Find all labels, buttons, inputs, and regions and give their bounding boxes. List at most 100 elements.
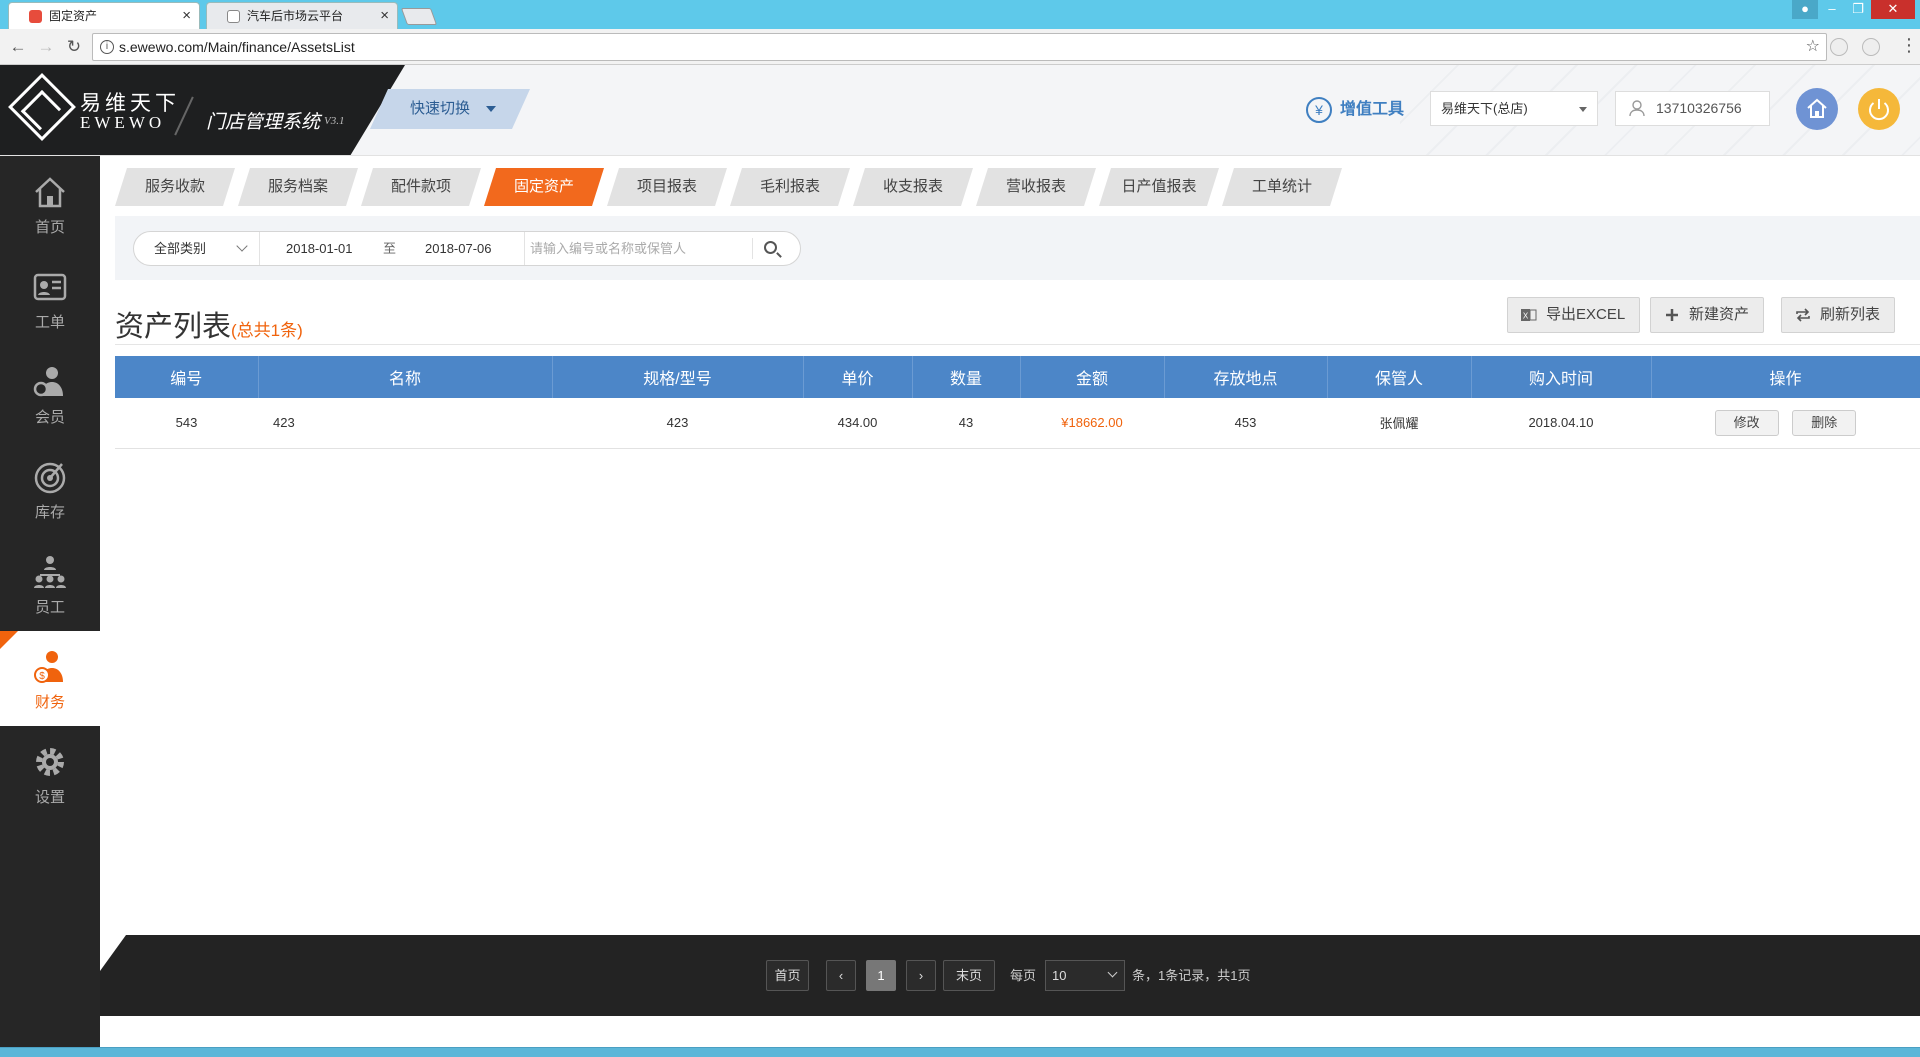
new-asset-button[interactable]: 新建资产 [1650, 297, 1765, 333]
quick-switch-label: 快速切换 [410, 100, 471, 117]
tab-service-payment[interactable]: 服务收款 [115, 168, 235, 206]
cell-location: 453 [1164, 398, 1327, 449]
date-from-input[interactable]: 2018-01-01 [286, 232, 353, 265]
chevron-down-icon [236, 240, 248, 252]
pagination-summary: 条，1条记录，共1页 [1132, 968, 1251, 983]
store-select-value: 易维天下(总店) [1441, 101, 1528, 116]
back-icon[interactable]: ← [6, 35, 30, 59]
sidebar-item-settings[interactable]: 设置 [0, 726, 100, 821]
column-header[interactable]: 数量 [912, 356, 1021, 398]
record-count: (总共1条) [231, 321, 303, 340]
first-page-button[interactable]: 首页 [766, 960, 809, 991]
column-header[interactable]: 名称 [258, 356, 553, 398]
tab-income-expense-report[interactable]: 收支报表 [853, 168, 973, 206]
url-input[interactable]: i s.ewewo.com/Main/finance/AssetsList ☆ [92, 33, 1827, 61]
prev-page-button[interactable]: ‹ [826, 960, 856, 991]
column-header[interactable]: 金额 [1020, 356, 1165, 398]
search-input[interactable]: 请输入编号或名称或保管人 [530, 232, 686, 265]
column-header: 操作 [1651, 356, 1920, 398]
pagination-bar: 首页 ‹ 1 › 末页 每页 10 条，1条记录，共1页 [100, 935, 1920, 1016]
sidebar-item-label: 员工 [34, 599, 65, 616]
extension-icon[interactable] [1830, 38, 1848, 56]
home-button[interactable] [1796, 88, 1838, 130]
finance-icon: $ [34, 651, 63, 683]
sidebar-item-finance[interactable]: $ 财务 [0, 631, 100, 726]
tab-gross-profit-report[interactable]: 毛利报表 [730, 168, 850, 206]
url-text: s.ewewo.com/Main/finance/AssetsList [119, 39, 355, 55]
sidebar-item-label: 财务 [34, 694, 65, 711]
version-label: V3.1 [324, 115, 345, 127]
column-header[interactable]: 规格/型号 [552, 356, 804, 398]
restore-icon[interactable]: ❐ [1845, 0, 1871, 19]
tab-daily-output-report[interactable]: 日产值报表 [1099, 168, 1219, 206]
bookmark-star-icon[interactable]: ☆ [1806, 34, 1820, 60]
chevron-down-icon [1107, 967, 1118, 978]
divider [115, 344, 1920, 345]
extension-icon[interactable] [1862, 38, 1880, 56]
sidebar-item-inventory[interactable]: 库存 [0, 441, 100, 536]
sidebar-item-home[interactable]: 首页 [0, 156, 100, 251]
brand-name-en: EWEWO [80, 113, 166, 132]
search-icon[interactable] [764, 241, 777, 254]
sidebar-item-label: 库存 [34, 504, 65, 521]
column-header[interactable]: 单价 [803, 356, 913, 398]
category-select[interactable]: 全部类别 [154, 232, 206, 265]
minimize-icon[interactable]: – [1819, 0, 1845, 19]
next-page-button[interactable]: › [906, 960, 936, 991]
browser-menu-icon[interactable]: ⋮ [1900, 35, 1918, 56]
column-header[interactable]: 存放地点 [1164, 356, 1328, 398]
gear-icon [36, 748, 64, 776]
close-tab-icon[interactable]: × [182, 3, 191, 29]
close-tab-icon[interactable]: × [380, 3, 389, 29]
column-header[interactable]: 保管人 [1327, 356, 1472, 398]
column-header[interactable]: 购入时间 [1471, 356, 1652, 398]
per-page-select[interactable]: 10 [1045, 960, 1125, 991]
store-select[interactable]: 易维天下(总店) [1430, 91, 1598, 126]
edit-button[interactable]: 修改 [1714, 409, 1779, 436]
forward-icon[interactable]: → [34, 35, 58, 59]
staff-icon [34, 556, 66, 588]
close-window-icon[interactable]: ✕ [1871, 0, 1915, 19]
date-to-input[interactable]: 2018-07-06 [425, 232, 492, 265]
table-row[interactable]: 543 423 423 434.00 43 ¥18662.00 453 张佩耀 … [115, 398, 1920, 449]
sidebar-item-staff[interactable]: 员工 [0, 536, 100, 631]
tab-parts-payments[interactable]: 配件款项 [361, 168, 481, 206]
tab-service-records[interactable]: 服务档案 [238, 168, 358, 206]
sidebar-item-label: 设置 [34, 789, 65, 806]
brand-logo[interactable]: 易维天下 EWEWO 门店管理系统 V3.1 [0, 65, 405, 155]
new-tab-button[interactable] [400, 8, 438, 25]
plus-icon [1666, 309, 1678, 321]
app-header: 易维天下 EWEWO 门店管理系统 V3.1 快速切换 ¥ 增值工具 易维天下(… [0, 65, 1920, 156]
browser-tab-active[interactable]: 固定资产 × [8, 2, 200, 29]
delete-button[interactable]: 删除 [1792, 409, 1857, 436]
value-added-tools-link[interactable]: ¥ 增值工具 [1306, 95, 1404, 125]
os-taskbar [0, 1047, 1920, 1057]
site-info-icon[interactable]: i [100, 40, 114, 54]
address-bar: ← → ↻ i s.ewewo.com/Main/finance/AssetsL… [0, 29, 1920, 65]
browser-tab[interactable]: 汽车后市场云平台 × [206, 2, 398, 29]
browser-tabbar: 固定资产 × 汽车后市场云平台 × ● – ❐ ✕ [0, 0, 1920, 29]
current-page-button[interactable]: 1 [866, 960, 896, 991]
member-icon [33, 367, 63, 397]
last-page-button[interactable]: 末页 [943, 960, 995, 991]
sidebar-item-work-order[interactable]: 工单 [0, 251, 100, 346]
table-header-row: 编号 名称 规格/型号 单价 数量 金额 存放地点 保管人 购入时间 操作 [115, 356, 1920, 398]
logout-button[interactable] [1858, 88, 1900, 130]
quick-switch-button[interactable]: 快速切换 [370, 89, 530, 129]
column-header[interactable]: 编号 [115, 356, 259, 398]
export-excel-button[interactable]: X 导出EXCEL [1507, 297, 1641, 333]
reload-icon[interactable]: ↻ [62, 35, 86, 59]
user-account[interactable]: 13710326756 [1615, 91, 1770, 126]
sidebar-item-label: 首页 [34, 219, 65, 236]
sidebar-item-member[interactable]: 会员 [0, 346, 100, 441]
profile-icon[interactable]: ● [1792, 0, 1818, 19]
tab-work-order-stats[interactable]: 工单统计 [1222, 168, 1342, 206]
tab-project-report[interactable]: 项目报表 [607, 168, 727, 206]
assets-table: 编号 名称 规格/型号 单价 数量 金额 存放地点 保管人 购入时间 操作 54… [115, 356, 1920, 449]
tab-revenue-report[interactable]: 营收报表 [976, 168, 1096, 206]
refresh-list-button[interactable]: 刷新列表 [1781, 297, 1896, 333]
filter-form: 全部类别 2018-01-01 至 2018-07-06 请输入编号或名称或保管… [133, 231, 801, 266]
power-icon [1869, 99, 1889, 121]
tab-fixed-assets[interactable]: 固定资产 [484, 168, 604, 206]
per-page-label: 每页 [1010, 968, 1037, 983]
